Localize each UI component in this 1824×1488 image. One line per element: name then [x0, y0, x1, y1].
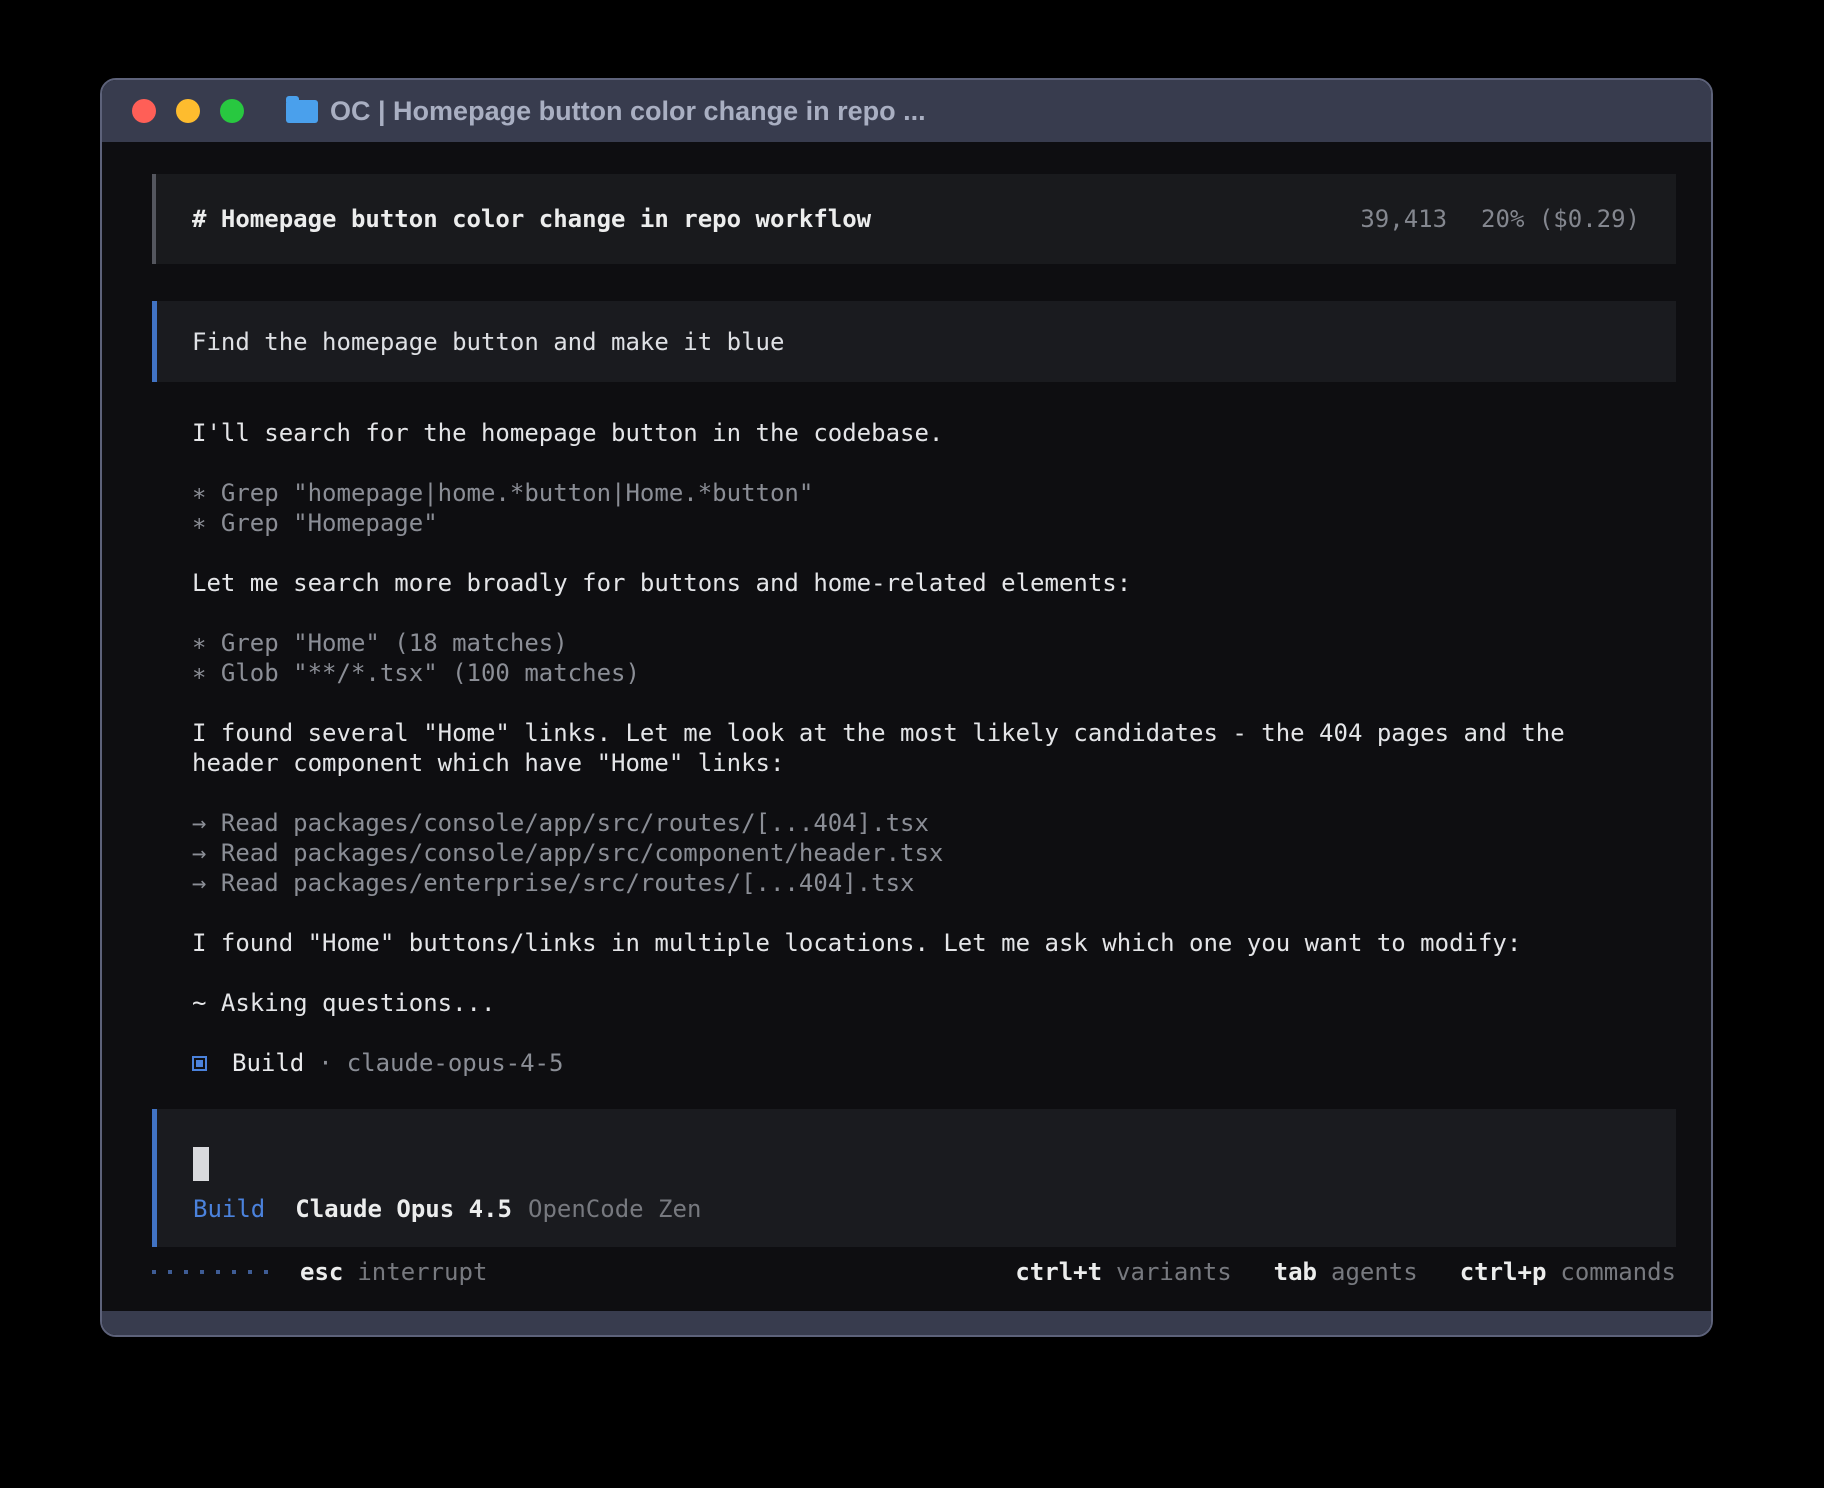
hint-commands: ctrl+p commands [1460, 1257, 1676, 1287]
token-count: 39,413 [1360, 205, 1447, 233]
agent-separator: · [318, 1048, 332, 1078]
window-title: OC | Homepage button color change in rep… [330, 96, 926, 127]
input-meta-row: Build Claude Opus 4.5 OpenCode Zen [193, 1195, 1640, 1223]
transcript-line: ∗ Grep "Home" (18 matches) [192, 628, 1676, 658]
window-footer-strip [102, 1311, 1711, 1335]
progress-dot [216, 1270, 220, 1274]
hint-label-agents: agents [1331, 1257, 1418, 1287]
assistant-message-block: Let me search more broadly for buttons a… [192, 568, 1676, 598]
session-title: # Homepage button color change in repo w… [192, 205, 871, 233]
input-provider-label: OpenCode Zen [528, 1195, 701, 1223]
agent-square-icon [192, 1056, 207, 1071]
agent-status-row: Build · claude-opus-4-5 [152, 1048, 1676, 1078]
transcript-line: ∗ Glob "**/*.tsx" (100 matches) [192, 658, 1676, 688]
transcript-line: Let me search more broadly for buttons a… [192, 568, 1676, 598]
terminal-content: # Homepage button color change in repo w… [102, 142, 1711, 1311]
transcript-line: → Read packages/console/app/src/componen… [192, 838, 1676, 868]
hint-key-esc: esc [300, 1257, 343, 1287]
progress-dot [232, 1270, 236, 1274]
hint-agents: tab agents [1274, 1257, 1418, 1287]
user-message-text: Find the homepage button and make it blu… [192, 328, 784, 356]
progress-dot [264, 1270, 268, 1274]
transcript-line: → Read packages/enterprise/src/routes/[.… [192, 868, 1676, 898]
progress-dot [248, 1270, 252, 1274]
transcript-line: ∗ Grep "homepage|home.*button|Home.*butt… [192, 478, 1676, 508]
input-agent-label[interactable]: Build [193, 1195, 265, 1223]
session-header: # Homepage button color change in repo w… [152, 174, 1676, 264]
progress-dot [184, 1270, 188, 1274]
progress-dot [152, 1270, 156, 1274]
progress-dots [152, 1270, 268, 1274]
traffic-lights [132, 99, 244, 123]
assistant-message-block: ∗ Grep "Home" (18 matches)∗ Glob "**/*.t… [192, 628, 1676, 688]
hint-label-interrupt: interrupt [357, 1257, 487, 1287]
assistant-message-block: ~ Asking questions... [192, 988, 1676, 1018]
assistant-message-block: I found several "Home" links. Let me loo… [192, 718, 1676, 778]
progress-dot [168, 1270, 172, 1274]
maximize-button[interactable] [220, 99, 244, 123]
close-button[interactable] [132, 99, 156, 123]
transcript-line: ~ Asking questions... [192, 988, 1676, 1018]
minimize-button[interactable] [176, 99, 200, 123]
transcript-line: ∗ Grep "Homepage" [192, 508, 1676, 538]
input-model-label[interactable]: Claude Opus 4.5 [295, 1195, 512, 1223]
transcript-line: I found several "Home" links. Let me loo… [192, 718, 1676, 748]
assistant-transcript: I'll search for the homepage button in t… [152, 418, 1676, 1018]
transcript-line: header component which have "Home" links… [192, 748, 1676, 778]
terminal-window: OC | Homepage button color change in rep… [100, 78, 1713, 1337]
progress-dot [200, 1270, 204, 1274]
user-message: Find the homepage button and make it blu… [152, 301, 1676, 382]
hint-key-ctrl-p: ctrl+p [1460, 1257, 1547, 1287]
status-bar-right: ctrl+t variants tab agents ctrl+p comman… [1015, 1257, 1676, 1287]
hint-label-commands: commands [1560, 1257, 1676, 1287]
assistant-message-block: ∗ Grep "homepage|home.*button|Home.*butt… [192, 478, 1676, 538]
status-bar: esc interrupt ctrl+t variants tab agents… [152, 1257, 1676, 1287]
assistant-message-block: I'll search for the homepage button in t… [192, 418, 1676, 448]
transcript-line: I found "Home" buttons/links in multiple… [192, 928, 1676, 958]
assistant-message-block: I found "Home" buttons/links in multiple… [192, 928, 1676, 958]
transcript-line: → Read packages/console/app/src/routes/[… [192, 808, 1676, 838]
hint-variants: ctrl+t variants [1015, 1257, 1231, 1287]
assistant-message-block: → Read packages/console/app/src/routes/[… [192, 808, 1676, 898]
text-cursor [193, 1147, 209, 1181]
title-bar: OC | Homepage button color change in rep… [102, 80, 1711, 142]
session-stats: 39,413 20% ($0.29) [1360, 205, 1640, 233]
context-cost: 20% ($0.29) [1481, 205, 1640, 233]
transcript-line: I'll search for the homepage button in t… [192, 418, 1676, 448]
hint-interrupt: esc interrupt [300, 1257, 487, 1287]
hint-label-variants: variants [1116, 1257, 1232, 1287]
hint-key-tab: tab [1274, 1257, 1317, 1287]
folder-icon [286, 100, 318, 123]
agent-model: claude-opus-4-5 [347, 1048, 564, 1078]
prompt-input[interactable]: Build Claude Opus 4.5 OpenCode Zen [152, 1109, 1676, 1247]
hint-key-ctrl-t: ctrl+t [1015, 1257, 1102, 1287]
agent-name: Build [232, 1048, 304, 1078]
